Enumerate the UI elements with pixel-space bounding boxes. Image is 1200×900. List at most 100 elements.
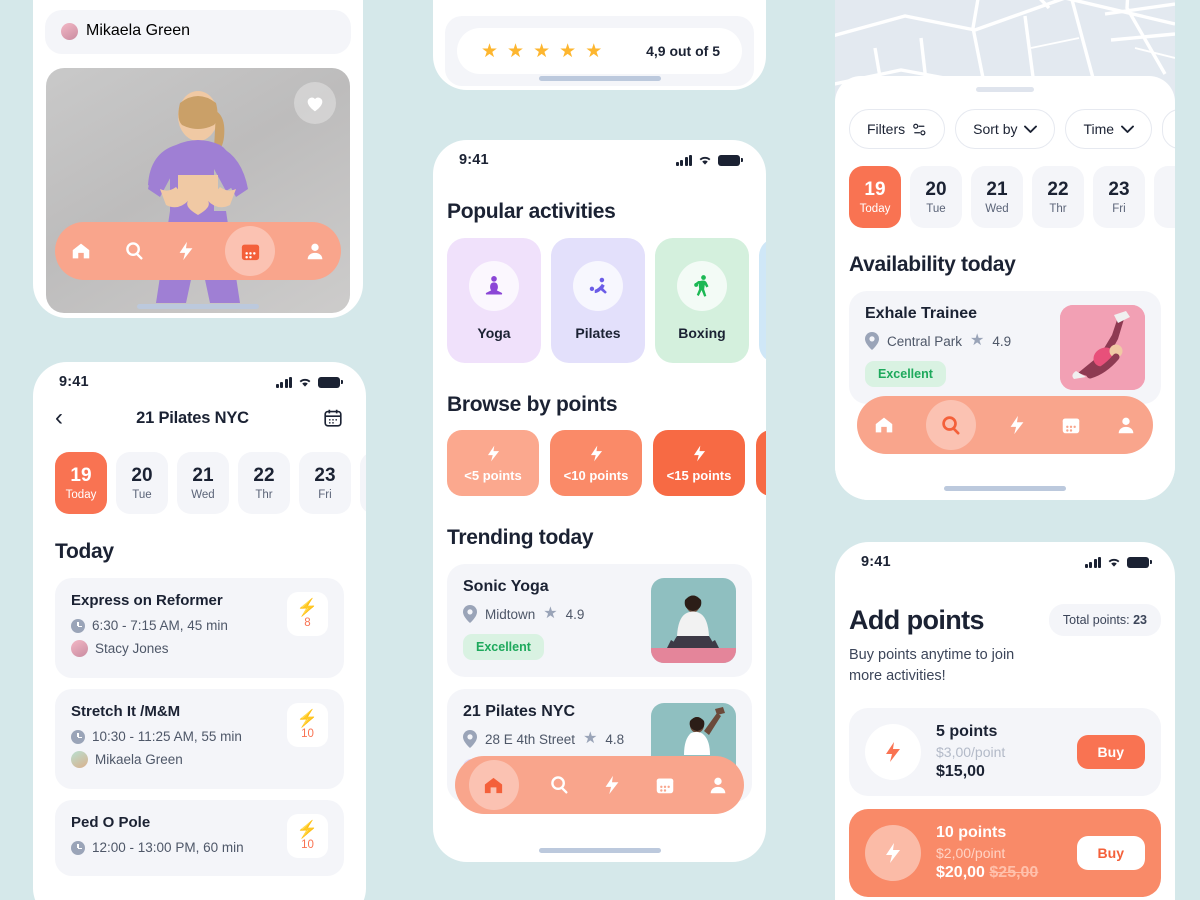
date-chip[interactable]: 20 Tue — [910, 166, 962, 228]
nav-search-icon[interactable] — [925, 400, 976, 450]
home-indicator — [538, 76, 661, 81]
trending-card[interactable]: Sonic Yoga Midtown ★ 4.9 Excellent — [447, 564, 752, 677]
date-selector[interactable]: 19 Today 20 Tue 21 Wed 22 Thr 23 Fri — [835, 149, 1175, 228]
date-chip[interactable]: 19 Today — [849, 166, 901, 228]
points-title: Browse by points — [447, 393, 618, 416]
star-icon[interactable]: ★ — [533, 42, 550, 61]
calendar-button[interactable] — [322, 407, 344, 429]
date-weekday: Thr — [1049, 203, 1067, 215]
home-indicator — [538, 848, 661, 853]
nav-home-icon[interactable] — [468, 760, 519, 810]
date-chip[interactable]: 20 Tue — [116, 452, 168, 514]
favorite-button[interactable] — [294, 82, 336, 124]
activity-time: 12:00 - 13:00 PM, 60 min — [92, 840, 244, 855]
package-total: $15,00 — [936, 763, 985, 781]
filter-chip-sort-by[interactable]: Sort by — [955, 109, 1056, 149]
date-weekday: Tue — [132, 489, 152, 501]
filter-chip-time[interactable]: Time — [1065, 109, 1153, 149]
location-pin-icon — [463, 605, 477, 623]
points-filter-chip[interactable]: <15 points — [653, 430, 745, 496]
nav-bolt-icon[interactable] — [599, 772, 625, 798]
buy-button[interactable]: Buy — [1076, 836, 1145, 871]
date-chip[interactable]: 21 Wed — [177, 452, 229, 514]
availability-card[interactable]: Exhale Trainee Central Park ★ 4.9 Excell… — [849, 291, 1161, 404]
filter-chip-partial[interactable] — [1162, 109, 1175, 149]
date-weekday: Wed — [191, 489, 215, 501]
bottom-nav[interactable] — [55, 222, 341, 280]
buy-button[interactable]: Buy — [1076, 735, 1145, 770]
bolt-icon — [590, 445, 602, 461]
category-card-boxing[interactable]: Boxing — [655, 238, 749, 363]
nav-profile-icon[interactable] — [705, 772, 731, 798]
points-package-card[interactable]: 10 points $2,00/point $20,00 $25,00 Buy — [849, 809, 1161, 898]
trending-rating: 4.9 — [565, 606, 585, 622]
signal-icon — [275, 376, 292, 388]
filter-chip-filters[interactable]: Filters — [849, 109, 946, 149]
filter-chip-label: Sort by — [973, 121, 1018, 137]
status-time: 9:41 — [459, 152, 489, 168]
battery-icon — [1127, 556, 1152, 568]
partial-activity-card[interactable]: Mikaela Green — [45, 10, 351, 54]
date-day: 19 — [70, 465, 92, 486]
date-chip[interactable]: 19 Today — [55, 452, 107, 514]
date-weekday: Thr — [255, 489, 273, 501]
pilates-icon — [573, 260, 623, 311]
location-pin-icon — [865, 332, 879, 350]
nav-home-icon[interactable] — [68, 238, 94, 264]
activity-name: Express on Reformer — [71, 592, 223, 609]
category-card-pilates[interactable]: Pilates — [551, 238, 645, 363]
nav-search-icon[interactable] — [546, 772, 572, 798]
nav-bolt-icon[interactable] — [1004, 412, 1030, 438]
nav-profile-icon[interactable] — [1113, 412, 1139, 438]
nav-search-icon[interactable] — [121, 238, 147, 264]
status-bar: 9:41 — [433, 140, 766, 170]
points-filter-chip[interactable]: <10 points — [550, 430, 642, 496]
activity-time: 6:30 - 7:15 AM, 45 min — [92, 618, 228, 633]
points-badge: ⚡ 10 — [287, 703, 328, 747]
points-filter-list[interactable]: <5 points <10 points <15 points — [433, 417, 766, 496]
points-filter-chip-partial[interactable] — [756, 430, 766, 496]
points-filter-chip[interactable]: <5 points — [447, 430, 539, 496]
date-chip[interactable]: 21 Wed — [971, 166, 1023, 228]
activity-card[interactable]: Stretch It /M&M 10:30 - 11:25 AM, 55 min M… — [55, 689, 344, 789]
bottom-nav[interactable] — [455, 756, 744, 814]
star-icon[interactable]: ★ — [481, 42, 498, 61]
date-chip[interactable]: 22 Thr — [238, 452, 290, 514]
filter-chips[interactable]: Filters Sort by Time — [835, 92, 1175, 149]
date-selector[interactable]: 19 Today 20 Tue 21 Wed 22 Thr 23 Fri — [33, 430, 366, 514]
activity-card[interactable]: Ped O Pole 12:00 - 13:00 PM, 60 min ⚡ 10 — [55, 800, 344, 876]
back-button[interactable]: ‹ — [55, 406, 63, 430]
category-list[interactable]: Yoga Pilates Boxing — [433, 224, 766, 363]
date-weekday: Wed — [985, 203, 1009, 215]
nav-bolt-icon[interactable] — [173, 238, 199, 264]
package-rate: $3,00/point — [936, 744, 1006, 761]
activity-card[interactable]: Express on Reformer 6:30 - 7:15 AM, 45 mi… — [55, 578, 344, 678]
bottom-nav[interactable] — [857, 396, 1153, 454]
trending-name: 21 Pilates NYC — [463, 703, 576, 720]
star-icon[interactable]: ★ — [507, 42, 524, 61]
chevron-down-icon — [1121, 125, 1135, 133]
category-card-partial[interactable] — [759, 238, 766, 363]
nav-profile-icon[interactable] — [302, 238, 328, 264]
category-card-yoga[interactable]: Yoga — [447, 238, 541, 363]
activity-trainer: Mikaela Green — [95, 752, 183, 767]
nav-calendar-icon[interactable] — [1058, 412, 1084, 438]
star-icon[interactable]: ★ — [559, 42, 576, 61]
bolt-icon — [886, 843, 900, 864]
date-chip[interactable]: 22 Thr — [1032, 166, 1084, 228]
status-time: 9:41 — [59, 374, 89, 390]
date-chip-partial[interactable] — [1154, 166, 1175, 228]
battery-icon — [718, 154, 743, 166]
star-icon[interactable]: ★ — [585, 42, 602, 61]
nav-home-icon[interactable] — [871, 412, 897, 438]
points-package-card[interactable]: 5 points $3,00/point $15,00 Buy — [849, 708, 1161, 797]
rating-widget[interactable]: ★ ★ ★ ★ ★ 4,9 out of 5 — [457, 28, 742, 74]
bolt-icon — [693, 445, 705, 461]
date-chip[interactable]: 23 Fri — [1093, 166, 1145, 228]
star-rating[interactable]: ★ ★ ★ ★ ★ — [481, 42, 602, 61]
points-value: 10 — [301, 728, 314, 740]
date-chip-partial[interactable] — [360, 452, 366, 514]
nav-calendar-icon[interactable] — [652, 772, 678, 798]
nav-calendar-icon[interactable] — [225, 226, 276, 276]
date-chip[interactable]: 23 Fri — [299, 452, 351, 514]
